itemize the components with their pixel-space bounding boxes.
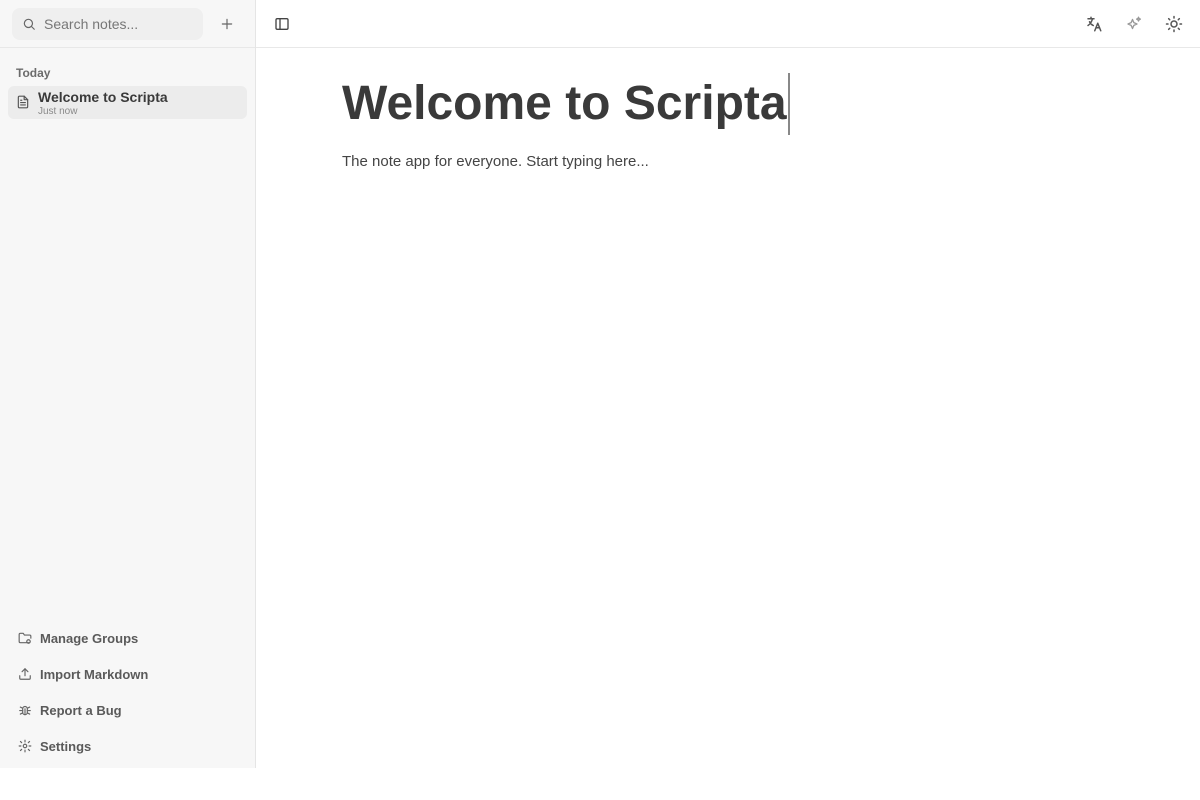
- upload-icon: [19, 668, 31, 680]
- search-icon: [22, 17, 36, 31]
- settings-label: Settings: [40, 738, 92, 754]
- search-input[interactable]: [44, 15, 194, 32]
- folder-settings-icon: [18, 632, 32, 644]
- import-markdown-label: Import Markdown: [40, 666, 149, 682]
- ai-assist-button[interactable]: [1120, 10, 1148, 38]
- sidebar: Today Welcome to Scripta Just now Manage…: [0, 0, 256, 768]
- editor-toolbar: [256, 0, 1200, 48]
- sparkles-icon: [1127, 16, 1142, 29]
- note-timestamp: Just now: [38, 106, 78, 117]
- note-list-item[interactable]: Welcome to Scripta Just now: [8, 86, 247, 119]
- sun-icon: [1165, 15, 1183, 32]
- note-text: Welcome to Scripta Just now: [38, 88, 168, 118]
- sidebar-footer: Manage Groups Import Markdown Report a B…: [0, 620, 255, 764]
- new-note-button[interactable]: [213, 10, 241, 38]
- sidebar-toggle-icon: [275, 17, 289, 30]
- gear-icon: [18, 739, 32, 753]
- document-title[interactable]: Welcome to Scripta: [342, 73, 790, 135]
- toggle-sidebar-button[interactable]: [268, 10, 296, 38]
- report-bug-button[interactable]: Report a Bug: [0, 692, 255, 728]
- report-bug-label: Report a Bug: [40, 702, 122, 718]
- theme-toggle-button[interactable]: [1160, 10, 1188, 38]
- section-label-today: Today: [16, 66, 51, 80]
- editor-pane: Welcome to Scripta The note app for ever…: [256, 0, 1200, 768]
- translate-icon: [1087, 16, 1102, 31]
- manage-groups-label: Manage Groups: [40, 630, 139, 646]
- document-body[interactable]: The note app for everyone. Start typing …: [342, 153, 1200, 170]
- settings-button[interactable]: Settings: [0, 728, 255, 764]
- search-box[interactable]: [12, 7, 203, 40]
- translate-button[interactable]: [1080, 10, 1108, 38]
- toolbar-actions: [1080, 10, 1188, 38]
- sidebar-header: [0, 0, 255, 48]
- document-icon: [16, 94, 30, 110]
- manage-groups-button[interactable]: Manage Groups: [0, 620, 255, 656]
- note-title: Welcome to Scripta: [38, 89, 168, 105]
- editor-content[interactable]: Welcome to Scripta The note app for ever…: [256, 48, 1200, 170]
- import-markdown-button[interactable]: Import Markdown: [0, 656, 255, 692]
- app-window: Today Welcome to Scripta Just now Manage…: [0, 0, 1200, 768]
- bug-icon: [19, 705, 31, 716]
- plus-icon: [221, 18, 233, 29]
